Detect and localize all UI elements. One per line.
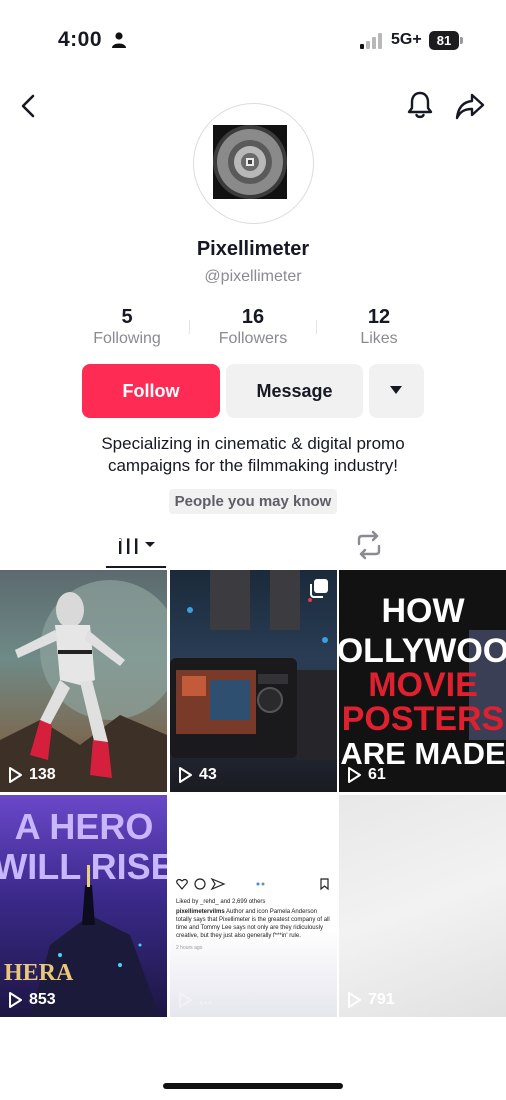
thumb-title-line: MOVIE	[368, 666, 478, 704]
view-count: 791	[347, 991, 395, 1009]
thumb-title-line: A HERO	[15, 806, 154, 847]
avatar[interactable]	[193, 103, 314, 224]
stat-following[interactable]: 5 Following	[72, 305, 182, 349]
view-count: 138	[8, 766, 56, 784]
view-count: 61	[347, 766, 386, 784]
view-count: ...	[178, 991, 212, 1009]
share-icon[interactable]	[454, 91, 486, 121]
play-icon	[9, 767, 22, 783]
view-count: 853	[8, 991, 56, 1009]
stat-likes[interactable]: 12 Likes	[324, 305, 434, 349]
more-options-button[interactable]	[369, 364, 424, 418]
battery-icon: 81	[429, 31, 463, 50]
profile-name: Pixellimeter	[196, 238, 310, 260]
stat-followers[interactable]: 16 Followers	[198, 305, 308, 349]
view-count-value: 61	[368, 766, 386, 783]
bio-line: Specializing in cinematic & digital prom…	[101, 434, 405, 453]
home-indicator[interactable]	[163, 1083, 343, 1089]
thumb-title-line: OLLYWOO	[339, 632, 506, 670]
profile-handle: @pixellimeter	[204, 268, 302, 285]
view-count-value: ...	[199, 991, 213, 1008]
thumb-logo: HERA	[4, 960, 74, 986]
profile-bio: Specializing in cinematic & digital prom…	[60, 433, 446, 477]
post-action-icons	[176, 877, 329, 891]
grid-icon	[117, 536, 155, 554]
video-tile[interactable]: 791	[339, 795, 506, 1017]
network-label: 5G+	[391, 31, 422, 48]
people-you-may-know-button[interactable]: People you may know	[169, 489, 337, 514]
stat-divider	[189, 320, 190, 334]
video-thumbnail	[170, 570, 337, 760]
thumb-title-line: HOW	[381, 592, 465, 630]
video-thumbnail: A HERO WILL RISE HERA	[0, 806, 167, 1017]
battery-level: 81	[429, 31, 459, 50]
stat-likes-label: Likes	[360, 330, 398, 347]
video-tile[interactable]: Liked by _rehd_ and 2,699 others pixelli…	[170, 795, 337, 1017]
person-icon	[112, 32, 126, 48]
status-time: 4:00	[58, 28, 103, 51]
follow-button[interactable]: Follow	[82, 364, 220, 418]
lens-logo-icon	[213, 125, 287, 199]
video-thumbnail: HOW OLLYWOO MOVIE POSTERS ARE MADE	[339, 570, 506, 792]
multi-photo-icon	[310, 579, 328, 598]
video-thumbnail	[0, 580, 167, 792]
thumb-title-line: WILL RISE	[0, 846, 167, 887]
video-tile[interactable]: HOW OLLYWOO MOVIE POSTERS ARE MADE 61	[339, 570, 506, 792]
video-tile[interactable]: 43	[170, 570, 337, 792]
back-button[interactable]	[15, 92, 43, 120]
play-icon	[348, 767, 361, 783]
play-icon	[179, 992, 192, 1008]
view-count-value: 43	[199, 766, 217, 783]
play-icon	[9, 992, 22, 1008]
view-count-value: 853	[29, 991, 56, 1008]
signal-icon	[360, 33, 382, 49]
stat-following-value: 5	[121, 306, 133, 328]
status-bar: 4:00 5G+ 81	[0, 0, 506, 80]
stat-divider	[316, 320, 317, 334]
play-icon	[179, 767, 192, 783]
tab-videos[interactable]	[106, 528, 166, 570]
thumb-title-line: POSTERS	[342, 700, 504, 738]
bio-line: campaigns for the filmmaking industry!	[107, 456, 399, 475]
stat-followers-value: 16	[241, 306, 265, 328]
play-icon	[348, 992, 361, 1008]
stat-followers-label: Followers	[218, 330, 288, 347]
bell-icon[interactable]	[404, 89, 436, 121]
caret-down-icon	[390, 386, 402, 394]
message-button[interactable]: Message	[226, 364, 363, 418]
stat-following-label: Following	[93, 330, 161, 347]
repost-icon[interactable]	[353, 530, 385, 560]
post-time: 2 hours ago	[176, 945, 203, 951]
view-count-value: 138	[29, 766, 56, 783]
post-liked-by: Liked by _rehd_ and 2,699 others	[176, 899, 266, 905]
view-count-value: 791	[368, 991, 395, 1008]
view-count: 43	[178, 766, 217, 784]
video-tile[interactable]: A HERO WILL RISE HERA 853	[0, 795, 167, 1017]
stat-likes-value: 12	[367, 306, 391, 328]
tab-active-indicator	[106, 566, 166, 568]
post-caption-user: pixellimetervilms	[176, 909, 225, 915]
video-tile[interactable]: 138	[0, 570, 167, 792]
post-caption: pixellimetervilms Author and icon Pamela…	[176, 908, 334, 940]
